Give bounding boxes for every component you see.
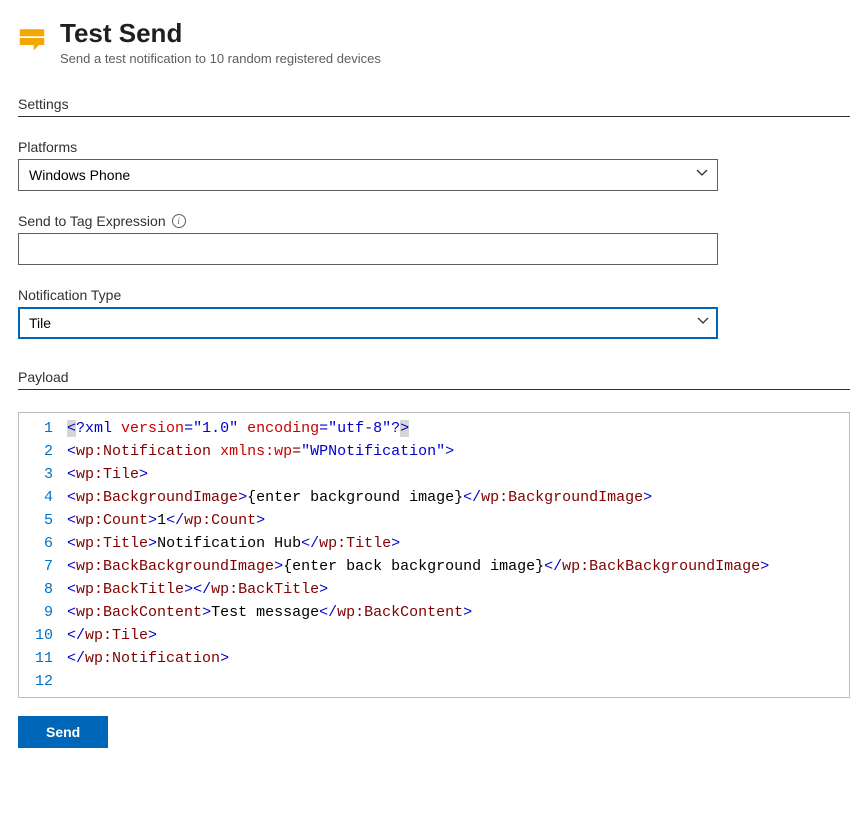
section-settings: Settings [18, 96, 850, 117]
send-button[interactable]: Send [18, 716, 108, 748]
notification-type-select[interactable]: Tile [18, 307, 718, 339]
notification-type-label: Notification Type [18, 287, 850, 303]
payload-editor[interactable]: 123456789101112 <?xml version="1.0" enco… [18, 412, 850, 698]
page-header: Test Send Send a test notification to 10… [18, 18, 850, 66]
info-icon[interactable]: i [172, 214, 186, 228]
field-tag-expression: Send to Tag Expression i [18, 213, 850, 265]
platforms-select[interactable]: Windows Phone [18, 159, 718, 191]
tag-expression-label: Send to Tag Expression i [18, 213, 850, 229]
tag-expression-input[interactable] [18, 233, 718, 265]
platforms-label: Platforms [18, 139, 850, 155]
section-payload: Payload [18, 369, 850, 390]
editor-code[interactable]: <?xml version="1.0" encoding="utf-8"?><w… [63, 413, 779, 697]
editor-gutter: 123456789101112 [19, 413, 63, 697]
page-subtitle: Send a test notification to 10 random re… [60, 51, 381, 66]
field-platforms: Platforms Windows Phone [18, 139, 850, 191]
notification-icon [18, 24, 46, 52]
field-notification-type: Notification Type Tile [18, 287, 850, 339]
page-title: Test Send [60, 18, 381, 49]
